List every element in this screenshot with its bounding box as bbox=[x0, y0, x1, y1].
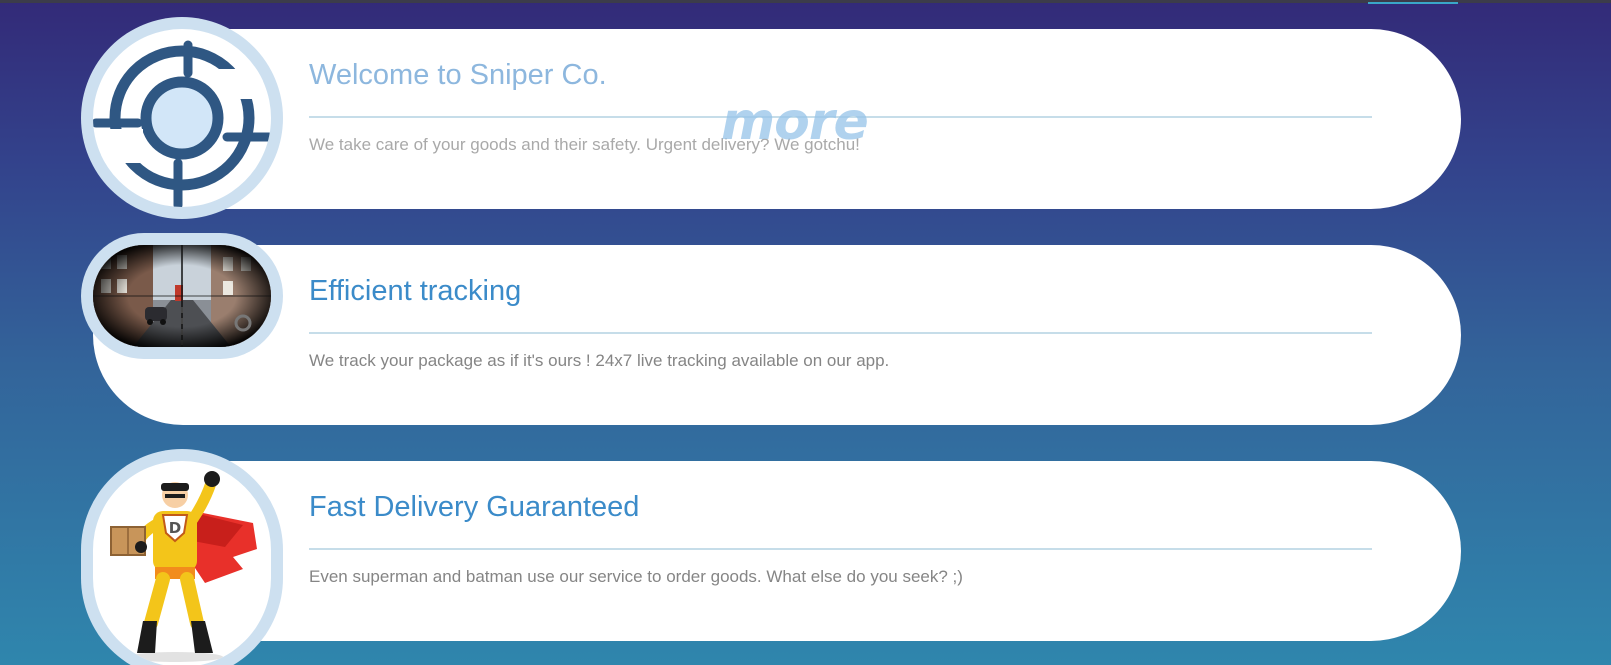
feature-divider bbox=[309, 548, 1372, 550]
feature-title: Welcome to Sniper Co. bbox=[309, 59, 607, 91]
feature-description: Even superman and batman use our service… bbox=[309, 567, 963, 586]
feature-title: Fast Delivery Guaranteed bbox=[309, 491, 640, 523]
feature-card-welcome: Welcome to Sniper Co. We take care of yo… bbox=[93, 29, 1461, 209]
feature-description: We take care of your goods and their saf… bbox=[309, 135, 860, 154]
feature-card-delivery: Fast Delivery Guaranteed Even superman a… bbox=[93, 461, 1461, 641]
crosshair-icon bbox=[93, 29, 271, 207]
feature-description: We track your package as if it's ours ! … bbox=[309, 351, 890, 370]
badge-letter: D bbox=[169, 519, 181, 537]
superhero-courier-image: D bbox=[93, 461, 271, 665]
feature-divider bbox=[309, 116, 1372, 118]
feature-icon-ring bbox=[81, 233, 283, 359]
feature-card-tracking: Efficient tracking We track your package… bbox=[93, 245, 1461, 425]
top-accent-bar bbox=[1368, 2, 1458, 4]
feature-icon-ring bbox=[81, 17, 283, 219]
feature-divider bbox=[309, 332, 1372, 334]
feature-icon-ring: D bbox=[81, 449, 283, 665]
scope-view-image bbox=[93, 245, 271, 347]
feature-title: Efficient tracking bbox=[309, 275, 522, 307]
